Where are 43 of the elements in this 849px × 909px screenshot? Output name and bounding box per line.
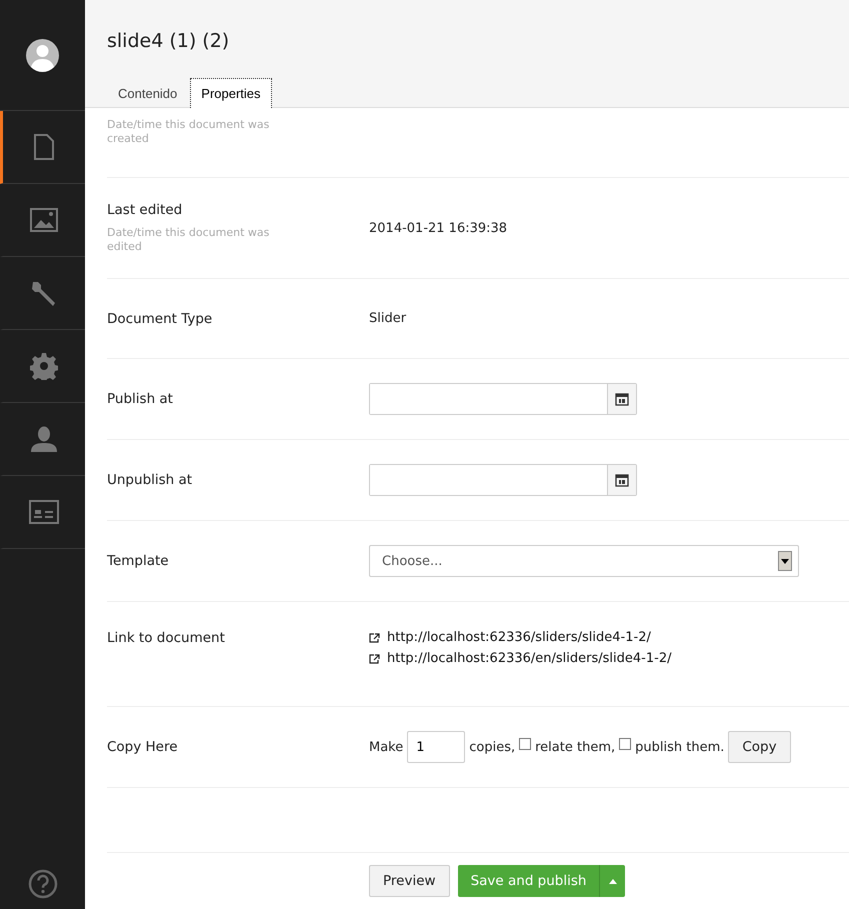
- property-label: Document Type: [107, 310, 214, 326]
- image-icon: [30, 208, 58, 232]
- property-label: Link to document: [107, 630, 226, 646]
- property-value: Slider: [369, 311, 408, 326]
- copy-button[interactable]: Copy: [728, 731, 791, 763]
- calendar-icon: [615, 392, 629, 406]
- checkbox-label: publish them.: [635, 740, 724, 754]
- relate-checkbox[interactable]: [519, 738, 532, 750]
- property-label: Copy Here: [107, 739, 179, 755]
- property-label: Publish at: [107, 391, 174, 407]
- avatar-icon[interactable]: [26, 38, 59, 72]
- checkbox-label: relate them,: [535, 740, 616, 754]
- external-link-icon: [369, 654, 381, 664]
- document-title: slide4 (1) (2): [107, 30, 230, 52]
- property-description: Date/time this document was edited: [107, 226, 270, 254]
- preview-button[interactable]: Preview: [369, 865, 450, 897]
- document-link[interactable]: http://localhost:62336/en/sliders/slide4-1-2/: [369, 651, 849, 666]
- help-icon[interactable]: [28, 869, 58, 899]
- caret-icon: [608, 878, 617, 884]
- document-icon: [33, 134, 55, 160]
- document-link[interactable]: http://localhost:62336/sliders/slide4-1-2/: [369, 630, 849, 645]
- sidebar-item[interactable]: [0, 111, 85, 184]
- property-description: Date/time this document was created: [107, 118, 270, 146]
- external-link-icon: [369, 632, 381, 642]
- gear-icon: [30, 352, 58, 380]
- property-label: Unpublish at: [107, 472, 194, 488]
- property-label: Last edited: [107, 202, 184, 218]
- id-card-icon: [29, 500, 59, 524]
- copies-field[interactable]: 1: [407, 731, 466, 763]
- property-label: Template: [107, 553, 170, 569]
- date-field[interactable]: [369, 464, 637, 496]
- copy-text: copies,: [469, 740, 516, 754]
- publish-checkbox[interactable]: [619, 738, 632, 750]
- date-field[interactable]: [369, 383, 637, 415]
- wrench-icon: [30, 279, 58, 307]
- property-value: 2014-01-21 16:39:38: [369, 220, 508, 236]
- copy-text: Make: [369, 740, 404, 754]
- user-icon: [30, 426, 58, 452]
- caret-icon: [781, 558, 789, 564]
- calendar-icon: [615, 473, 629, 487]
- tab[interactable]: Properties: [190, 78, 272, 108]
- tab[interactable]: Contenido: [107, 78, 188, 108]
- template-dropdown[interactable]: Choose...: [369, 545, 799, 577]
